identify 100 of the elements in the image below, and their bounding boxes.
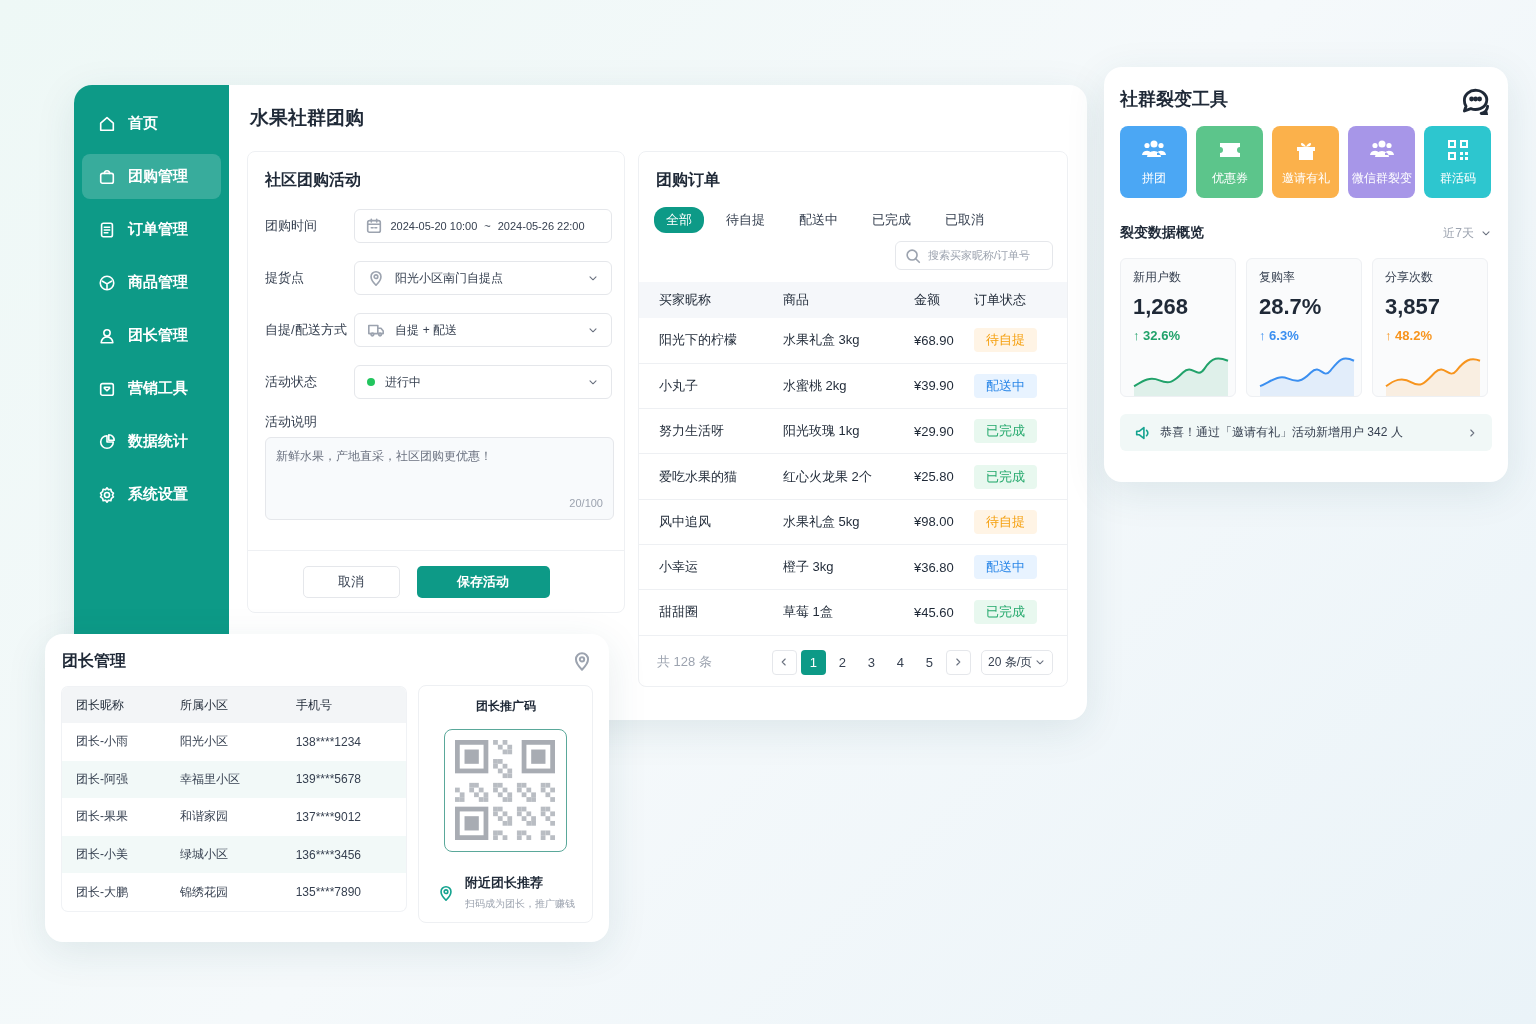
table-cell: 小幸运: [639, 544, 782, 590]
stat-value: 1,268: [1133, 294, 1190, 320]
table-cell: 阳光下的柠檬: [639, 318, 782, 364]
placeholder-text: 新鲜水果，产地直采，社区团购更优惠！: [276, 448, 493, 465]
stat-change: ↑ 32.6%: [1133, 328, 1180, 343]
nearby-subtitle: 扫码成为团长，推广赚钱: [464, 897, 575, 911]
table-cell: ¥98.00: [912, 499, 974, 545]
table-cell: 爱吃水果的猫: [639, 453, 782, 500]
table-cell: 139****5678: [281, 760, 406, 799]
table-cell: 阳光小区: [165, 723, 282, 761]
tool-tile[interactable]: 优惠券: [1196, 126, 1263, 198]
card-title: 社群裂变工具: [1120, 88, 1228, 111]
table-cell: ¥68.90: [912, 318, 974, 364]
cancel-button[interactable]: 取消: [302, 565, 400, 598]
stat-label: 分享次数: [1385, 269, 1434, 286]
table-cell: 小丸子: [639, 363, 782, 409]
range-select[interactable]: 近7天: [1443, 224, 1492, 242]
status-tag: 已完成: [974, 419, 1038, 444]
page-size-select[interactable]: 20 条/页: [981, 649, 1053, 675]
tool-tile[interactable]: 拼团: [1120, 126, 1187, 198]
stat-value: 28.7%: [1259, 294, 1323, 320]
filter-tab[interactable]: 已取消: [933, 207, 996, 233]
table-cell: 团长-小雨: [62, 723, 166, 761]
table-cell: 水蜜桃 2kg: [781, 363, 913, 409]
notice-bar[interactable]: 恭喜！通过「邀请有礼」活动新增用户 342 人: [1120, 414, 1492, 451]
card-title: 团购订单: [656, 170, 721, 190]
card-title: 社区团购活动: [265, 170, 362, 190]
select-field[interactable]: 自提 + 配送: [354, 313, 612, 347]
page-button[interactable]: 5: [917, 649, 942, 675]
tool-tile[interactable]: 微信群裂变: [1348, 126, 1415, 198]
card-title: 团长推广码: [475, 698, 536, 715]
field-label: 提货点: [265, 269, 305, 287]
table-cell: 橙子 3kg: [781, 544, 913, 590]
sidebar-item[interactable]: 数据统计: [82, 419, 221, 464]
table-cell: 甜甜圈: [639, 589, 782, 636]
nearby-title: 附近团长推荐: [464, 874, 544, 892]
filter-tab[interactable]: 全部: [654, 207, 704, 233]
next-page-button[interactable]: [946, 649, 971, 675]
column-header: 手机号: [281, 687, 406, 723]
calendar-icon: [365, 217, 384, 235]
table-cell: 团长-小美: [62, 835, 166, 874]
table-cell: 绿城小区: [165, 835, 282, 874]
filter-tab[interactable]: 待自提: [714, 207, 777, 233]
search-field[interactable]: 搜索买家昵称/订单号: [895, 241, 1053, 270]
sidebar-item[interactable]: 系统设置: [82, 472, 221, 517]
page-button[interactable]: 4: [888, 649, 913, 675]
search-icon: [904, 246, 922, 265]
description-textarea[interactable]: 新鲜水果，产地直采，社区团购更优惠！ 20/100: [265, 437, 614, 520]
sidebar-item[interactable]: 首页: [82, 101, 221, 146]
status-tag: 待自提: [974, 328, 1038, 353]
previous-page-button[interactable]: [772, 649, 797, 675]
sidebar-item[interactable]: 团购管理: [82, 154, 221, 199]
settings-icon: [98, 485, 116, 504]
table-cell: 锦绣花园: [165, 873, 282, 911]
page-button[interactable]: 3: [859, 649, 884, 675]
table-cell: 努力生活呀: [639, 408, 782, 454]
table-cell: 团长-阿强: [62, 760, 166, 799]
column-header: 团长昵称: [62, 687, 166, 723]
status-select[interactable]: 进行中: [354, 365, 612, 399]
date-start: 2024-05-20 10:00: [390, 220, 478, 232]
sidebar-item[interactable]: 团长管理: [82, 313, 221, 358]
table-cell: ¥36.80: [912, 544, 974, 590]
table-cell: ¥39.90: [912, 363, 974, 409]
table-cell: 团长-果果: [62, 798, 166, 836]
date-end: 2024-05-26 22:00: [497, 220, 585, 232]
status-tag: 已完成: [974, 464, 1038, 489]
user-icon: [98, 326, 116, 345]
table-cell: 138****1234: [281, 723, 406, 761]
status-tag: 已完成: [974, 600, 1038, 625]
field-label: 活动状态: [265, 373, 318, 391]
home-icon: [98, 114, 116, 133]
document-icon: [98, 220, 116, 239]
sidebar-item[interactable]: 营销工具: [82, 366, 221, 411]
table-cell: 水果礼盒 5kg: [781, 499, 913, 545]
shopping-bag-icon: [98, 167, 116, 186]
field-label: 团购时间: [265, 217, 318, 235]
sidebar-item[interactable]: 订单管理: [82, 207, 221, 252]
select-field[interactable]: 阳光小区南门自提点: [354, 261, 612, 295]
table-cell: 阳光玫瑰 1kg: [781, 408, 913, 454]
page-button[interactable]: 1: [801, 649, 826, 675]
field-label: 自提/配送方式: [265, 321, 348, 339]
table-cell: ¥25.80: [912, 453, 974, 500]
section-title: 裂变数据概览: [1120, 224, 1204, 242]
page-button[interactable]: 2: [830, 649, 855, 675]
table-cell: 草莓 1盒: [781, 589, 913, 636]
table-cell: 团长-大鹏: [62, 873, 166, 911]
tool-tile[interactable]: 邀请有礼: [1272, 126, 1339, 198]
filter-tab[interactable]: 配送中: [787, 207, 850, 233]
field-label: 活动说明: [265, 413, 318, 431]
date-range-field[interactable]: 2024-05-20 10:00 ~ 2024-05-26 22:00: [354, 209, 612, 243]
tool-tile[interactable]: 群活码: [1424, 126, 1491, 198]
stat-label: 复购率: [1259, 269, 1296, 286]
save-button[interactable]: 保存活动: [416, 565, 550, 598]
column-header: 所属小区: [165, 687, 282, 723]
filter-tab[interactable]: 已完成: [860, 207, 923, 233]
sidebar-item[interactable]: 商品管理: [82, 260, 221, 305]
stat-change: ↑ 48.2%: [1385, 328, 1432, 343]
table-cell: 135****7890: [281, 873, 406, 911]
page-title: 水果社群团购: [250, 106, 365, 130]
range-separator: ~: [484, 220, 491, 232]
